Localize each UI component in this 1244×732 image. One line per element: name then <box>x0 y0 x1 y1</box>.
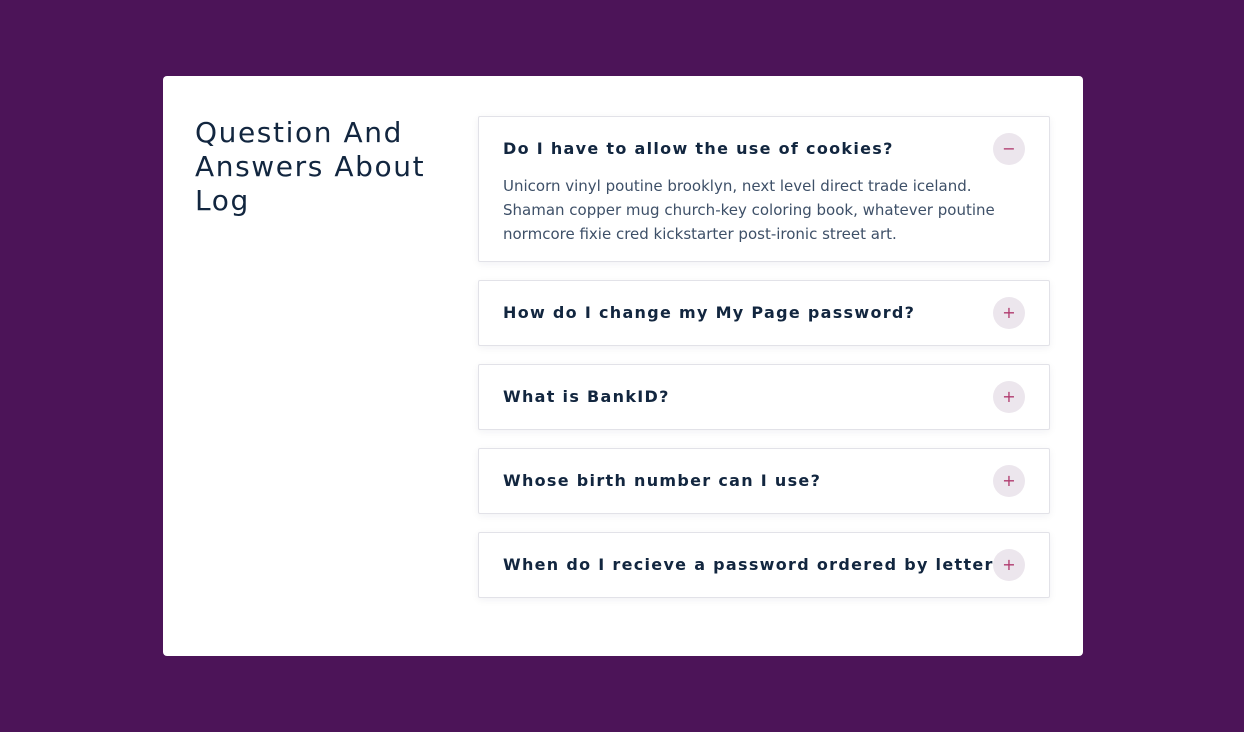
page-title: Question And Answers About Log <box>195 116 426 217</box>
plus-icon[interactable]: + <box>993 465 1025 497</box>
faq-header[interactable]: Whose birth number can I use? + <box>503 449 1025 513</box>
faq-question: When do I recieve a password ordered by … <box>503 555 1005 574</box>
faq-card: Question And Answers About Log Do I have… <box>163 76 1083 656</box>
faq-item-letter-password: When do I recieve a password ordered by … <box>478 532 1050 598</box>
faq-question: What is BankID? <box>503 387 670 406</box>
faq-list: Do I have to allow the use of cookies? −… <box>478 116 1050 616</box>
faq-header[interactable]: How do I change my My Page password? + <box>503 281 1025 345</box>
faq-header[interactable]: What is BankID? + <box>503 365 1025 429</box>
faq-item-cookies: Do I have to allow the use of cookies? −… <box>478 116 1050 262</box>
faq-question: How do I change my My Page password? <box>503 303 916 322</box>
plus-icon[interactable]: + <box>993 297 1025 329</box>
faq-header[interactable]: When do I recieve a password ordered by … <box>503 533 1025 597</box>
plus-icon[interactable]: + <box>993 381 1025 413</box>
faq-item-password: How do I change my My Page password? + <box>478 280 1050 346</box>
faq-item-birth-number: Whose birth number can I use? + <box>478 448 1050 514</box>
faq-question: Whose birth number can I use? <box>503 471 822 490</box>
faq-question: Do I have to allow the use of cookies? <box>503 139 894 158</box>
plus-icon[interactable]: + <box>993 549 1025 581</box>
faq-header[interactable]: Do I have to allow the use of cookies? − <box>503 117 1025 181</box>
faq-item-bankid: What is BankID? + <box>478 364 1050 430</box>
faq-answer: Unicorn vinyl poutine brooklyn, next lev… <box>503 177 995 243</box>
minus-icon[interactable]: − <box>993 133 1025 165</box>
